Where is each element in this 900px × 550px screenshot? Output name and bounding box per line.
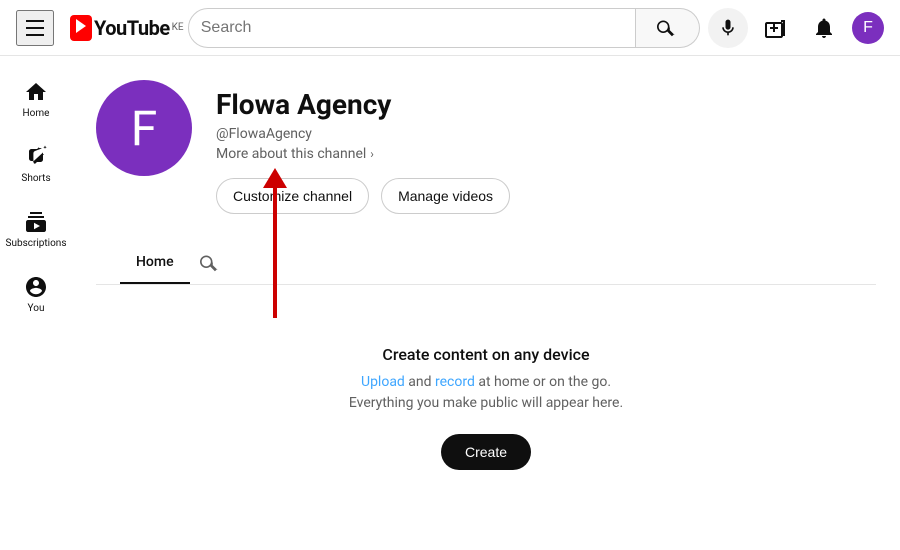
search-button[interactable] [636,8,700,48]
sidebar-item-you[interactable]: You [4,263,68,324]
user-avatar-button[interactable]: F [852,12,884,44]
channel-name: Flowa Agency [216,88,510,122]
main-content: F Flowa Agency @FlowaAgency More about t… [72,0,900,550]
sidebar-item-home[interactable]: Home [4,68,68,129]
youtube-logo[interactable]: YouTubeKE [70,15,184,41]
more-about-link[interactable]: More about this channel › [216,146,510,162]
mic-button[interactable] [708,8,748,48]
header: YouTubeKE F [0,0,900,56]
upload-link[interactable]: Upload [361,374,405,390]
empty-desc-line2: Everything you make public will appear h… [349,395,623,411]
channel-details: Flowa Agency @FlowaAgency More about thi… [216,80,510,214]
home-icon [24,80,48,104]
sidebar-label-subscriptions: Subscriptions [6,238,67,249]
search-input[interactable] [201,19,623,37]
more-about-text: More about this channel [216,146,366,162]
tab-search-button[interactable] [198,251,222,275]
logo-country: KE [172,22,184,33]
shorts-icon [24,145,48,169]
bell-icon [812,16,836,40]
create-button[interactable]: Create [441,434,531,470]
empty-title: Create content on any device [382,345,589,364]
sidebar: Home Shorts Subscriptions You [0,56,72,533]
channel-actions: Customize channel Manage videos [216,178,510,214]
sidebar-label-you: You [28,303,45,314]
channel-info: F Flowa Agency @FlowaAgency More about t… [96,80,876,234]
search-icon [657,18,677,38]
header-right: F [756,8,884,48]
channel-header: F Flowa Agency @FlowaAgency More about t… [72,56,900,285]
sidebar-label-shorts: Shorts [21,173,50,184]
yt-icon [70,15,92,41]
channel-tabs: Home [96,242,876,285]
empty-state: Create content on any device Upload and … [72,285,900,530]
create-icon [764,16,788,40]
customize-channel-button[interactable]: Customize channel [216,178,369,214]
sidebar-item-shorts[interactable]: Shorts [4,133,68,194]
empty-description: Upload and record at home or on the go. … [349,372,623,414]
header-left: YouTubeKE [16,10,184,46]
you-icon [24,275,48,299]
channel-handle: @FlowaAgency [216,126,510,142]
tab-home[interactable]: Home [120,242,190,284]
record-link[interactable]: record [435,374,475,390]
channel-avatar: F [96,80,192,176]
search-input-wrap [188,8,636,48]
create-button[interactable] [756,8,796,48]
manage-videos-button[interactable]: Manage videos [381,178,510,214]
logo-text: YouTube [94,16,170,40]
mic-icon [718,18,738,38]
sidebar-label-home: Home [23,108,50,119]
search-icon [200,253,220,273]
notifications-button[interactable] [804,8,844,48]
subscriptions-icon [24,210,48,234]
empty-desc-line1: Upload and record at home or on the go. [361,374,611,390]
sidebar-item-subscriptions[interactable]: Subscriptions [4,198,68,259]
search-bar [188,8,748,48]
chevron-right-icon: › [370,147,374,161]
menu-button[interactable] [16,10,54,46]
